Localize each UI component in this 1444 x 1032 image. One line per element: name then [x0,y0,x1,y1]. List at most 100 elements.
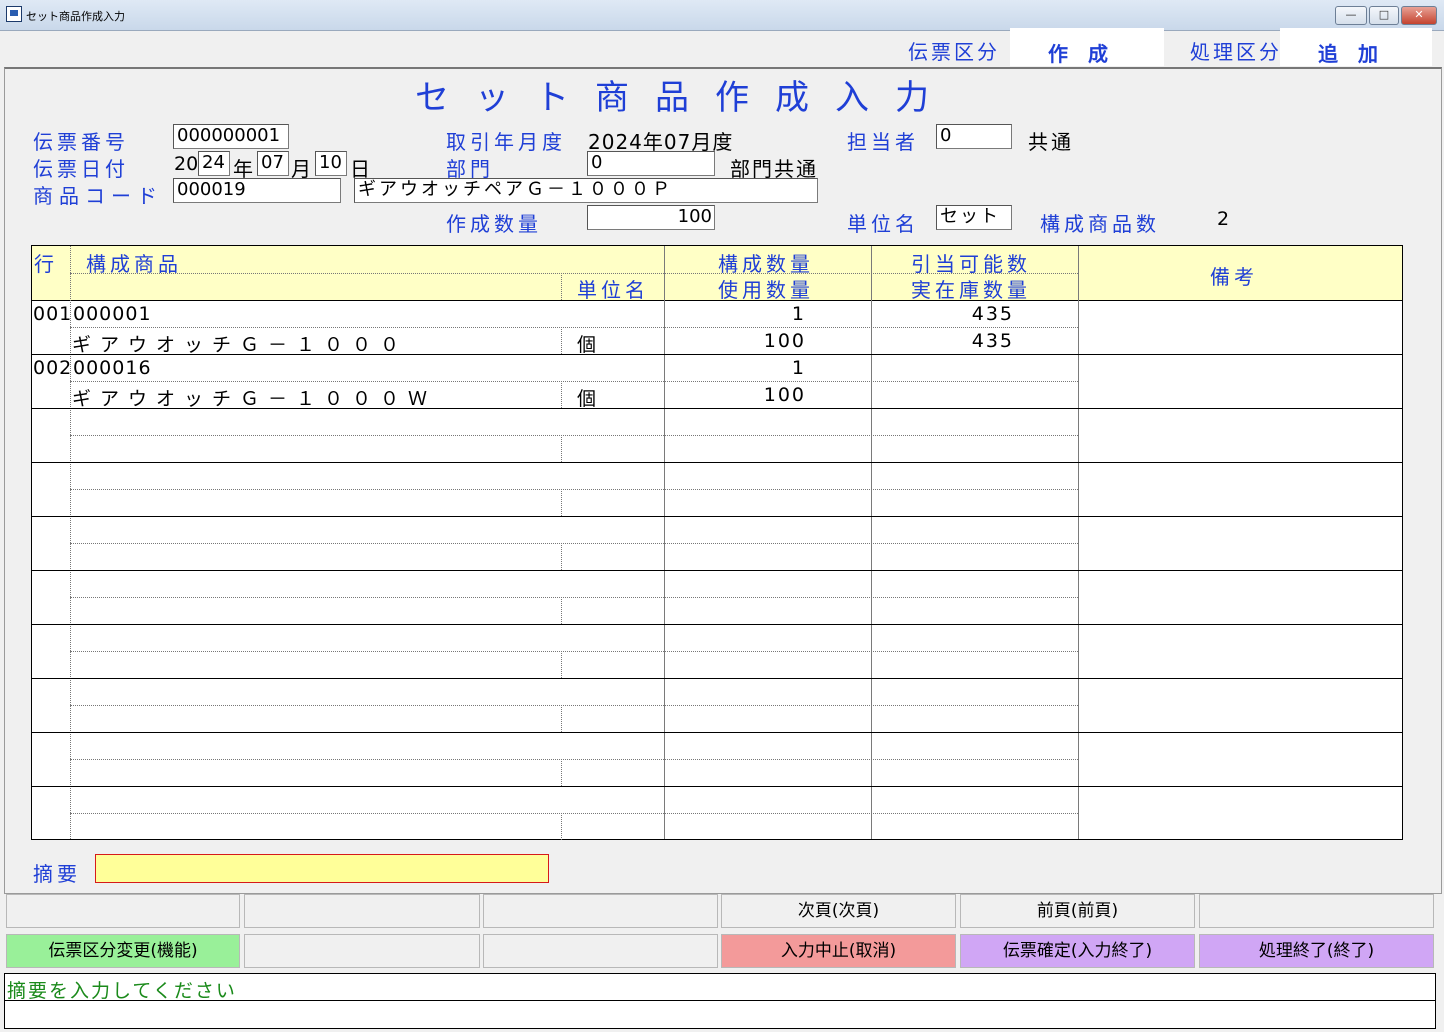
row-line-8 [32,732,1402,733]
row-mid-line-7 [70,705,1078,706]
status-message: 摘要を入力してください [7,980,237,1002]
qty-label: 作成数量 [446,212,542,236]
proc-type-value: 追 加 [1318,42,1378,66]
slip-type-box: 作 成 [1010,28,1164,66]
row1-use-qty: 100 [763,330,806,352]
col-sep-remarks [1078,246,1079,839]
status-divider [5,1000,1435,1001]
status-bar: 摘要を入力してください [4,973,1436,1029]
window-title-bar: セット商品作成入力 — □ ✕ [0,0,1444,31]
header-row: 行 [34,252,58,276]
row-unit-sep-5 [561,597,562,624]
row-unit-sep-7 [561,705,562,732]
year-prefix: 20 [174,153,199,175]
row-unit-sep-0 [561,327,562,354]
close-button[interactable]: ✕ [1401,6,1437,25]
fkey-1-button[interactable] [6,894,240,928]
proc-type-label: 処理区分 [1190,40,1282,64]
row-line-7 [32,678,1402,679]
next-page-button[interactable]: 次頁(次頁) [721,894,956,928]
window-title: セット商品作成入力 [26,10,125,23]
components-label: 構成商品数 [1040,212,1160,236]
fkey-6-button[interactable] [1199,894,1434,928]
staff-name: 共通 [1028,130,1074,154]
row-unit-sep-6 [561,651,562,678]
row-line-6 [32,624,1402,625]
dept-label: 部門 [446,157,494,181]
row1-no: 001 [33,303,73,325]
dept-code-field[interactable]: 0 [587,151,715,176]
header-unit: 単位名 [577,278,649,302]
app-icon [6,6,22,22]
year-field[interactable]: 24 [198,151,230,176]
fkey-3-button[interactable] [483,894,718,928]
slip-no-field[interactable]: 000000001 [173,124,289,149]
dept-name: 部門共通 [730,157,818,181]
components-grid: 行 構成商品 単位名 構成数量 使用数量 引当可能数 実在庫数量 備考 001 … [31,245,1403,840]
prev-page-button[interactable]: 前頁(前頁) [960,894,1195,928]
summary-label: 摘要 [33,862,81,886]
unit-field[interactable]: セット [936,205,1012,230]
fkey-8-button[interactable] [244,934,480,968]
product-code-label: 商品コード [33,184,163,208]
header-stock: 実在庫数量 [911,278,1031,302]
row-mid-line-5 [70,597,1078,598]
header-sub-line [70,273,1078,274]
qty-field[interactable]: 100 [587,205,715,230]
row1-stock: 435 [971,330,1014,352]
maximize-button[interactable]: □ [1369,6,1399,25]
row2-name: ギアウオッチＧ－１０００Ｗ [72,388,437,410]
row1-name: ギアウオッチＧ－１０００ [72,334,409,356]
product-code-field[interactable]: 000019 [173,178,341,203]
proc-type-box: 追 加 [1280,28,1432,66]
change-slip-type-button[interactable]: 伝票区分変更(機能) [6,934,240,968]
end-process-button[interactable]: 処理終了(終了) [1199,934,1434,968]
row-mid-line-0 [70,327,1078,328]
row1-comp-qty[interactable]: 1 [672,303,806,325]
staff-code-field[interactable]: 0 [936,124,1012,149]
row-mid-line-8 [70,759,1078,760]
row2-code[interactable]: 000016 [73,357,152,379]
summary-input[interactable] [95,854,549,883]
day-field[interactable]: 10 [315,151,347,176]
fkey-9-button[interactable] [483,934,718,968]
month-field[interactable]: 07 [257,151,289,176]
row-mid-line-2 [70,435,1078,436]
row1-code[interactable]: 000001 [73,303,152,325]
trade-month-label: 取引年月度 [446,130,566,154]
row-unit-sep-1 [561,381,562,408]
page-title: セット商品作成入力 [415,78,955,118]
row1-unit: 個 [577,334,599,356]
row-mid-line-4 [70,543,1078,544]
slip-no-label: 伝票番号 [33,130,129,154]
row-line-3 [32,462,1402,463]
confirm-slip-button[interactable]: 伝票確定(入力終了) [960,934,1195,968]
row-mid-line-6 [70,651,1078,652]
row2-comp-qty[interactable]: 1 [672,357,806,379]
slip-date-label: 伝票日付 [33,157,129,181]
cancel-input-button[interactable]: 入力中止(取消) [721,934,956,968]
header-unit-sep [561,273,562,300]
row2-no: 002 [33,357,73,379]
slip-type-value: 作 成 [1048,42,1108,66]
row-unit-sep-8 [561,759,562,786]
row-unit-sep-3 [561,489,562,516]
row-mid-line-3 [70,489,1078,490]
fkey-2-button[interactable] [244,894,480,928]
row-line-5 [32,570,1402,571]
row-line-9 [32,786,1402,787]
row-unit-sep-9 [561,813,562,840]
row2-unit: 個 [577,388,599,410]
header-use-qty: 使用数量 [718,278,814,302]
unit-label: 単位名 [847,212,919,236]
staff-label: 担当者 [847,130,919,154]
minimize-button[interactable]: — [1335,6,1367,25]
row-line-4 [32,516,1402,517]
row-mid-line-1 [70,381,1078,382]
header-remarks: 備考 [1210,265,1258,289]
row2-use-qty: 100 [763,384,806,406]
row-unit-sep-2 [561,435,562,462]
slip-type-label: 伝票区分 [908,40,1000,64]
components-count: 2 [1217,208,1230,230]
row1-alloc: 435 [971,303,1014,325]
